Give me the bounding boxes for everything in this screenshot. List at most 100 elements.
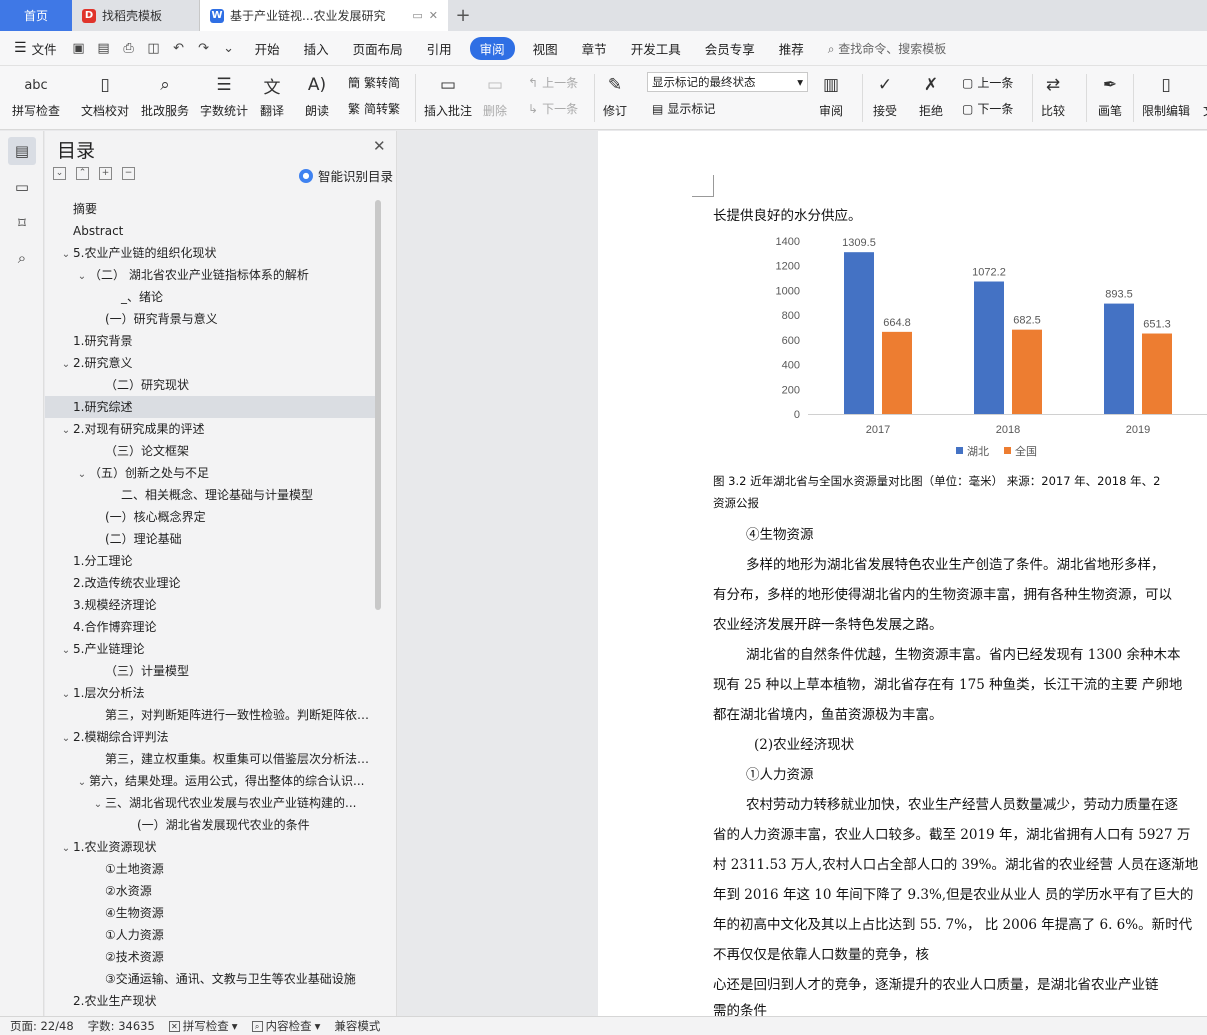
delete-comment-button[interactable]: ▭ 删除 [482, 72, 508, 119]
content-check-toggle[interactable]: ⌕ 内容检查 ▾ [251, 1018, 320, 1034]
remove-heading-icon[interactable]: − [122, 167, 135, 180]
chevron-down-icon[interactable]: ⌄ [59, 640, 73, 660]
toc-item[interactable]: 第三，对判断矩阵进行一致性检验。判断矩阵依据层次... [45, 704, 376, 726]
reject-button[interactable]: ✗ 拒绝 [918, 72, 944, 119]
toc-item[interactable]: 3.规模经济理论 [45, 594, 376, 616]
compare-button[interactable]: ⇄ 比较 [1040, 72, 1066, 119]
more-icon[interactable]: ⌄ [221, 41, 237, 56]
toc-item[interactable]: ⌄ 1.农业资源现状 [45, 836, 376, 858]
chapter-nav-icon[interactable]: ▭ [8, 173, 36, 201]
doc-proof-button[interactable]: ▯ 文档校对 [81, 72, 129, 119]
chevron-down-icon[interactable]: ⌄ [75, 464, 89, 484]
prev-change-button[interactable]: ▢ 上一条 [962, 74, 1013, 91]
menu-section[interactable]: 章节 [570, 39, 619, 58]
toc-item[interactable]: ④生物资源 [45, 902, 376, 924]
toc-item[interactable]: Abstract [45, 220, 376, 242]
toc-item[interactable]: ②技术资源 [45, 946, 376, 968]
toc-item[interactable]: 第三，建立权重集。权重集可以借鉴层次分析法的结果... [45, 748, 376, 770]
translate-button[interactable]: 文 翻译 [259, 72, 285, 119]
prev-comment-button[interactable]: ↰ 上一条 [528, 74, 578, 91]
toc-item[interactable]: （二）研究现状 [45, 374, 376, 396]
smart-toc-button[interactable]: ● 智能识别目录 [299, 166, 393, 185]
print-preview-icon[interactable]: ◫ [146, 41, 162, 56]
toc-item[interactable]: ⌄ 5.产业链理论 [45, 638, 376, 660]
tab-docer-templates[interactable]: D 找稻壳模板 [72, 0, 200, 31]
toc-item[interactable]: 1.研究背景 [45, 330, 376, 352]
menu-review[interactable]: 审阅 [469, 36, 515, 60]
toc-item[interactable]: ①土地资源 [45, 858, 376, 880]
redo-icon[interactable]: ↷ [196, 41, 212, 56]
toc-item[interactable]: 2.改造传统农业理论 [45, 572, 376, 594]
spell-check-button[interactable]: abc 拼写检查 [12, 72, 60, 119]
batch-service-button[interactable]: ⌕ 批改服务 [141, 72, 189, 119]
screen-icon[interactable]: ▭ [412, 9, 422, 22]
chevron-down-icon[interactable]: ⌄ [59, 838, 73, 858]
menu-page-layout[interactable]: 页面布局 [341, 39, 415, 58]
spell-check-toggle[interactable]: ✕ 拼写检查 ▾ [168, 1018, 238, 1034]
toc-item[interactable]: 1.研究综述 [45, 396, 376, 418]
chevron-down-icon[interactable]: ⌄ [75, 772, 89, 792]
toc-item[interactable]: 2.农业生产现状 [45, 990, 376, 1008]
collapse-up-icon[interactable]: ⌃ [76, 167, 89, 180]
close-tab-icon[interactable]: ✕ [429, 9, 438, 22]
page-indicator[interactable]: 页面: 22/48 [10, 1018, 74, 1034]
toc-item[interactable]: (一）湖北省发展现代农业的条件 [45, 814, 376, 836]
insert-comment-button[interactable]: ▭ 插入批注 [424, 72, 472, 119]
print-icon[interactable]: ⎙ [121, 41, 137, 56]
toc-item[interactable]: ①人力资源 [45, 924, 376, 946]
chevron-down-icon[interactable]: ⌄ [59, 728, 73, 748]
toc-item[interactable]: (二）理论基础 [45, 528, 376, 550]
tab-document[interactable]: W 基于产业链视...农业发展研究 ▭ ✕ [200, 0, 448, 31]
chevron-down-icon[interactable]: ⌄ [75, 266, 89, 286]
bookmark-icon[interactable]: ⌑ [8, 209, 36, 237]
markup-state-select[interactable]: 显示标记的最终状态 ▾ [647, 72, 808, 92]
menu-insert[interactable]: 插入 [292, 39, 341, 58]
toc-item[interactable]: ⌄ 2.模糊综合评判法 [45, 726, 376, 748]
pen-button[interactable]: ✒ 画笔 [1097, 72, 1123, 119]
toc-item[interactable]: (一）核心概念界定 [45, 506, 376, 528]
export-pdf-icon[interactable]: ▤ [96, 41, 112, 56]
toc-item[interactable]: 二、相关概念、理论基础与计量模型 [45, 484, 376, 506]
search-nav-icon[interactable]: ⌕ [8, 244, 36, 272]
menu-references[interactable]: 引用 [415, 39, 464, 58]
toc-item[interactable]: ②水资源 [45, 880, 376, 902]
undo-icon[interactable]: ↶ [171, 41, 187, 56]
toc-item[interactable]: ⌄ 1.层次分析法 [45, 682, 376, 704]
trad-to-simp-button[interactable]: 簡 繁转简 [348, 74, 400, 91]
new-tab-button[interactable]: + [448, 0, 478, 31]
menu-recommend[interactable]: 推荐 [767, 39, 816, 58]
save-icon[interactable]: ▣ [71, 41, 87, 56]
show-markup-button[interactable]: ▤ 显示标记 [652, 100, 715, 117]
toc-item[interactable]: ⌄ 2.研究意义 [45, 352, 376, 374]
word-count-indicator[interactable]: 字数: 34635 [88, 1018, 155, 1034]
restrict-edit-button[interactable]: ▯ 限制编辑 [1142, 72, 1190, 119]
chevron-down-icon[interactable]: ⌄ [91, 794, 105, 814]
next-comment-button[interactable]: ↳ 下一条 [528, 100, 578, 117]
word-count-button[interactable]: ☰ 字数统计 [200, 72, 248, 119]
toc-scrollbar[interactable] [375, 200, 381, 610]
accept-button[interactable]: ✓ 接受 [872, 72, 898, 119]
menu-developer[interactable]: 开发工具 [619, 39, 693, 58]
menu-view[interactable]: 视图 [521, 39, 570, 58]
chevron-down-icon[interactable]: ⌄ [59, 684, 73, 704]
toc-item[interactable]: ⌄ 2.对现有研究成果的评述 [45, 418, 376, 440]
toc-item[interactable]: 摘要 [45, 198, 376, 220]
toc-item[interactable]: 4.合作博弈理论 [45, 616, 376, 638]
simp-to-trad-button[interactable]: 繁 简转繁 [348, 100, 400, 117]
toc-item[interactable]: 1.分工理论 [45, 550, 376, 572]
menu-member[interactable]: 会员专享 [693, 39, 767, 58]
toc-item[interactable]: （三）计量模型 [45, 660, 376, 682]
close-icon[interactable]: ✕ [373, 137, 386, 155]
toc-item[interactable]: ⌄ （五）创新之处与不足 [45, 462, 376, 484]
toc-item[interactable]: ⌄ 5.农业产业链的组织化现状 [45, 242, 376, 264]
menu-home[interactable]: 开始 [243, 39, 292, 58]
read-aloud-button[interactable]: A) 朗读 [304, 72, 330, 119]
toc-item[interactable]: （三）论文框架 [45, 440, 376, 462]
next-change-button[interactable]: ▢ 下一条 [962, 100, 1013, 117]
chevron-down-icon[interactable]: ⌄ [59, 244, 73, 264]
toc-item[interactable]: (一）研究背景与意义 [45, 308, 376, 330]
doc-permission-button[interactable]: 文 [1196, 72, 1207, 119]
toc-item[interactable]: ⌄ 三、湖北省现代农业发展与农业产业链构建的... [45, 792, 376, 814]
toc-item[interactable]: ⌄ （二） 湖北省农业产业链指标体系的解析 [45, 264, 376, 286]
chevron-down-icon[interactable]: ⌄ [59, 420, 73, 440]
